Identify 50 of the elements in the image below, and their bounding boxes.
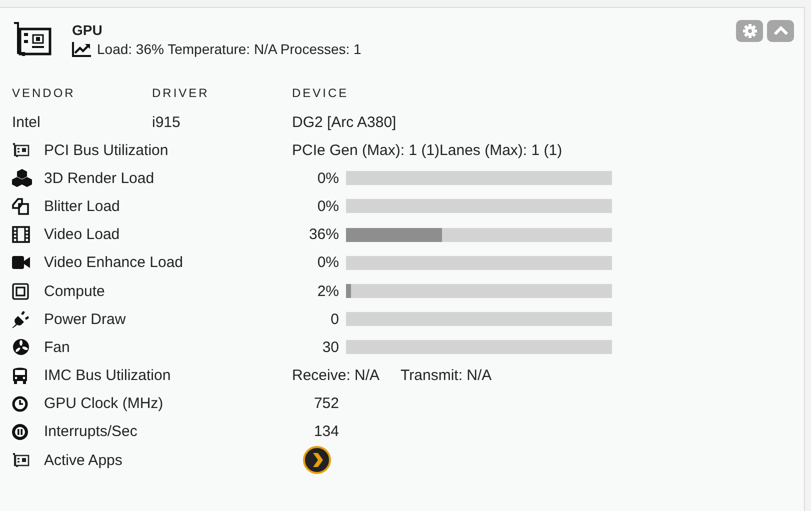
column-heading: VENDOR — [12, 86, 76, 100]
info-value: Intel — [12, 114, 42, 131]
expansion-card-icon — [12, 142, 30, 158]
metric-label: Power Draw — [44, 310, 127, 328]
settings-button[interactable] — [736, 20, 763, 42]
metric-value: 0% — [316, 170, 339, 187]
video-camera-icon — [12, 256, 30, 270]
line-chart-icon — [72, 42, 91, 56]
clock-icon — [12, 396, 28, 412]
metric-label: Interrupts/Sec — [44, 423, 138, 440]
column-heading: DEVICE — [292, 86, 350, 100]
film-icon — [12, 226, 30, 244]
metric-value: Receive: N/A — [292, 367, 380, 384]
metric-label: Video Enhance Load — [44, 254, 184, 272]
metric-label: Active Apps — [44, 452, 124, 469]
expansion-card-icon — [12, 452, 30, 468]
chevron-app-icon[interactable] — [303, 446, 331, 474]
metric-label: PCI Bus Utilization — [44, 142, 170, 159]
metric-label: Video Load — [44, 226, 121, 244]
metric-value: 0 — [330, 310, 339, 328]
metric-label: Blitter Load — [44, 198, 121, 215]
metric-value: 2% — [316, 282, 339, 300]
metric-value: 36% — [308, 226, 339, 244]
pause-icon — [12, 424, 28, 440]
metric-value: 134 — [312, 423, 339, 440]
metric-value: 30 — [321, 338, 339, 356]
metric-value: PCIe Gen (Max): 1 (1)Lanes (Max): 1 (1) — [292, 142, 562, 159]
info-value: DG2 [Arc A380] — [292, 114, 398, 131]
bus-icon — [12, 366, 28, 386]
metric-label: Compute — [44, 282, 106, 300]
graphics-card-icon — [12, 20, 52, 58]
copy-icon — [12, 197, 29, 216]
metric-value: 752 — [312, 395, 339, 412]
metric-label: IMC Bus Utilization — [44, 367, 172, 384]
collapse-button[interactable] — [767, 20, 794, 42]
metric-label: 3D Render Load — [44, 170, 156, 187]
fan-icon — [12, 338, 30, 356]
card-title: GPU — [72, 22, 104, 38]
metric-value: Transmit: N/A — [400, 367, 492, 384]
metric-label: GPU Clock (MHz) — [44, 395, 164, 412]
metric-value: 0% — [316, 198, 339, 215]
metric-label: Fan — [44, 338, 71, 356]
column-heading: DRIVER — [152, 86, 210, 100]
summary-text: Load: 36% Temperature: N/A Processes: 1 — [97, 41, 362, 57]
chip-icon — [12, 282, 29, 300]
info-value: i915 — [152, 114, 182, 131]
gear-icon — [742, 23, 758, 39]
plug-icon — [12, 310, 30, 328]
cubes-icon — [12, 169, 32, 188]
metric-value: 0% — [316, 254, 339, 272]
